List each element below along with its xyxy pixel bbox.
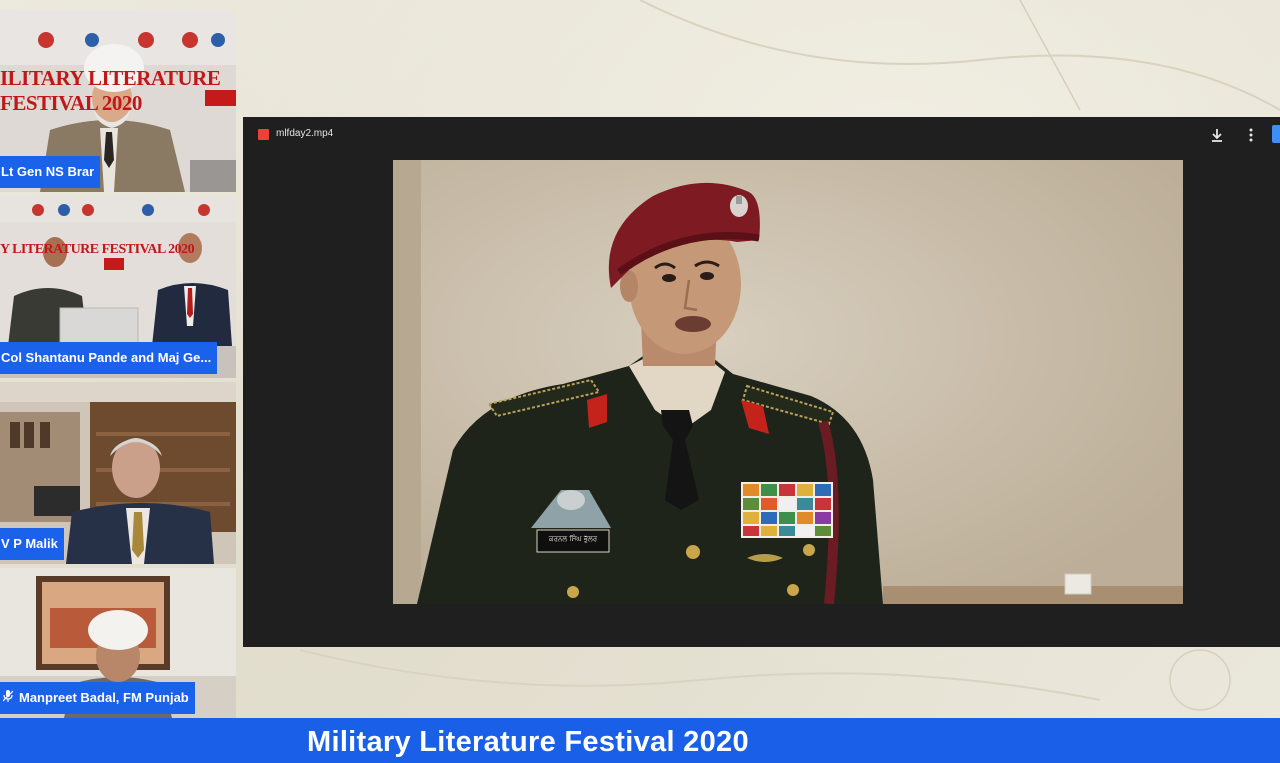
- name-plate-text: ਕਰਨਲ ਸਿੰਘ ਭੁੱਲਰ: [548, 534, 598, 543]
- participant-name: Manpreet Badal, FM Punjab: [19, 690, 189, 705]
- participant-tile[interactable]: Manpreet Badal, FM Punjab: [0, 568, 236, 718]
- participant-tile[interactable]: V P Malik: [0, 382, 236, 564]
- video-file-icon: [258, 129, 269, 140]
- ribbon-bar: [741, 482, 833, 538]
- participant-list: ILITARY LITERATURE FESTIVAL 2020 Lt Gen …: [0, 10, 236, 718]
- player-toolbar: mlfday2.mp4: [243, 117, 1280, 153]
- participant-name-tag: Lt Gen NS Brar: [0, 156, 101, 188]
- festival-banner: Y LITERATURE FESTIVAL 2020: [0, 242, 195, 257]
- festival-footer-banner: Military Literature Festival 2020: [0, 718, 1280, 763]
- participant-tile[interactable]: ILITARY LITERATURE FESTIVAL 2020 Lt Gen …: [0, 10, 236, 192]
- participant-tile[interactable]: Y LITERATURE FESTIVAL 2020 Col Shantanu …: [0, 196, 236, 378]
- participant-name-tag: V P Malik: [0, 528, 64, 560]
- file-name: mlfday2.mp4: [276, 128, 334, 139]
- participant-name-tag: Manpreet Badal, FM Punjab: [0, 682, 195, 714]
- footer-title: Military Literature Festival 2020: [307, 726, 749, 758]
- more-options-icon[interactable]: [1248, 127, 1254, 143]
- panel-accent: [1272, 125, 1280, 143]
- participant-name-tag: Col Shantanu Pande and Maj Ge...: [0, 342, 218, 374]
- download-icon[interactable]: [1210, 127, 1224, 143]
- cap-badge: [730, 195, 748, 217]
- video-player[interactable]: mlfday2.mp4 ਕਰਨਲ ਸਿੰਘ ਭੁੱਲਰ: [243, 117, 1280, 647]
- video-frame[interactable]: ਕਰਨਲ ਸਿੰਘ ਭੁੱਲਰ: [393, 160, 1183, 604]
- festival-banner: ILITARY LITERATURE FESTIVAL 2020: [0, 66, 221, 115]
- video-content: ਕਰਨਲ ਸਿੰਘ ਭੁੱਲਰ: [393, 160, 1183, 604]
- mic-muted-icon: [2, 690, 14, 706]
